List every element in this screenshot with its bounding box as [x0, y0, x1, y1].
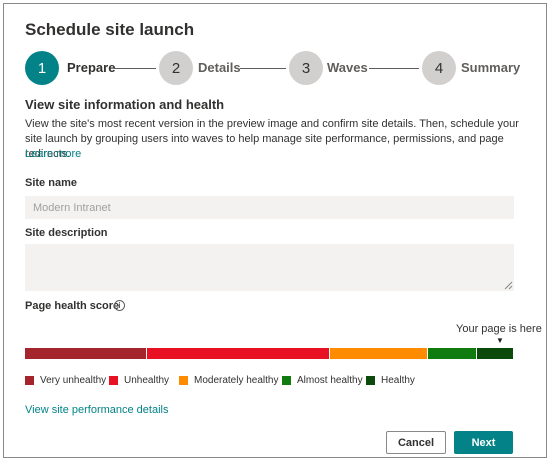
legend-item: Unhealthy — [109, 375, 169, 386]
step-connector — [114, 68, 156, 69]
step-3-label[interactable]: Waves — [327, 60, 368, 75]
health-band-healthy — [477, 348, 513, 359]
marker-arrow-icon: ▼ — [496, 336, 504, 345]
health-band-almost-healthy — [428, 348, 476, 359]
view-performance-link[interactable]: View site performance details — [25, 404, 168, 416]
dialog-title: Schedule site launch — [25, 20, 195, 39]
step-2-circle[interactable]: 2 — [159, 51, 193, 85]
learn-more-link[interactable]: Learn more — [25, 148, 81, 160]
info-icon[interactable]: i — [114, 300, 125, 311]
site-description-label: Site description — [25, 227, 108, 239]
step-4-label[interactable]: Summary — [461, 60, 520, 75]
intro-text: View the site's most recent version in t… — [25, 118, 519, 160]
step-1-circle[interactable]: 1 — [25, 51, 59, 85]
legend-label: Healthy — [381, 375, 415, 386]
health-band-moderately-healthy — [330, 348, 427, 359]
resize-grip-icon[interactable] — [504, 281, 513, 290]
next-button[interactable]: Next — [454, 431, 513, 454]
cancel-button[interactable]: Cancel — [386, 431, 446, 454]
stepper: 1 Prepare 2 Details 3 Waves 4 Summary — [25, 51, 525, 87]
step-connector — [369, 68, 419, 69]
legend-item: Almost healthy — [282, 375, 363, 386]
legend-label: Moderately healthy — [194, 375, 279, 386]
site-name-label: Site name — [25, 177, 77, 189]
health-band-very-unhealthy — [25, 348, 146, 359]
legend-swatch — [109, 376, 118, 385]
legend-label: Very unhealthy — [40, 375, 107, 386]
health-band-unhealthy — [147, 348, 329, 359]
step-4-circle[interactable]: 4 — [422, 51, 456, 85]
legend-swatch — [25, 376, 34, 385]
legend-swatch — [282, 376, 291, 385]
site-name-field[interactable] — [25, 196, 514, 219]
health-legend: Very unhealthy Unhealthy Moderately heal… — [25, 375, 525, 389]
legend-item: Very unhealthy — [25, 375, 106, 386]
step-1-label[interactable]: Prepare — [67, 60, 115, 75]
legend-label: Almost healthy — [297, 375, 363, 386]
schedule-launch-dialog: Schedule site launch 1 Prepare 2 Details… — [3, 3, 547, 458]
your-page-here-label: Your page is here — [456, 323, 542, 335]
legend-item: Healthy — [366, 375, 415, 386]
section-heading: View site information and health — [25, 97, 225, 112]
legend-swatch — [366, 376, 375, 385]
legend-label: Unhealthy — [124, 375, 170, 386]
legend-swatch — [179, 376, 188, 385]
step-connector — [240, 68, 286, 69]
site-description-field[interactable] — [25, 244, 514, 291]
legend-item: Moderately healthy — [179, 375, 279, 386]
page-health-label: Page health score — [25, 300, 120, 312]
step-3-circle[interactable]: 3 — [289, 51, 323, 85]
step-2-label[interactable]: Details — [198, 60, 241, 75]
